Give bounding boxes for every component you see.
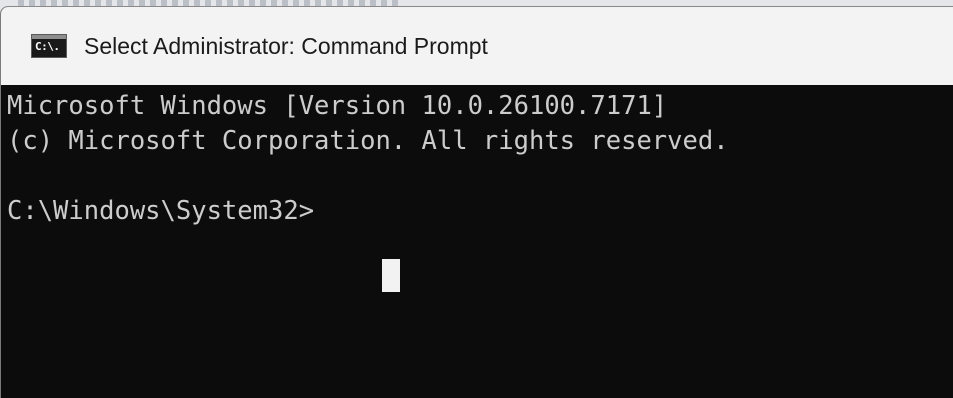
console-output-area[interactable]: Microsoft Windows [Version 10.0.26100.71… [1, 85, 953, 398]
cmd-console-icon[interactable]: C:\. [31, 34, 67, 58]
icon-titlebar-stripe [32, 35, 66, 39]
command-prompt-line[interactable]: C:\Windows\System32> [7, 194, 953, 229]
command-prompt-window[interactable]: C:\. Select Administrator: Command Promp… [0, 6, 953, 398]
text-cursor [382, 259, 400, 292]
window-title: Select Administrator: Command Prompt [84, 32, 488, 59]
title-bar[interactable]: C:\. Select Administrator: Command Promp… [1, 7, 953, 85]
icon-label: C:\. [35, 40, 60, 53]
console-line-copyright: (c) Microsoft Corporation. All rights re… [7, 126, 729, 156]
console-line-version: Microsoft Windows [Version 10.0.26100.71… [7, 91, 668, 121]
